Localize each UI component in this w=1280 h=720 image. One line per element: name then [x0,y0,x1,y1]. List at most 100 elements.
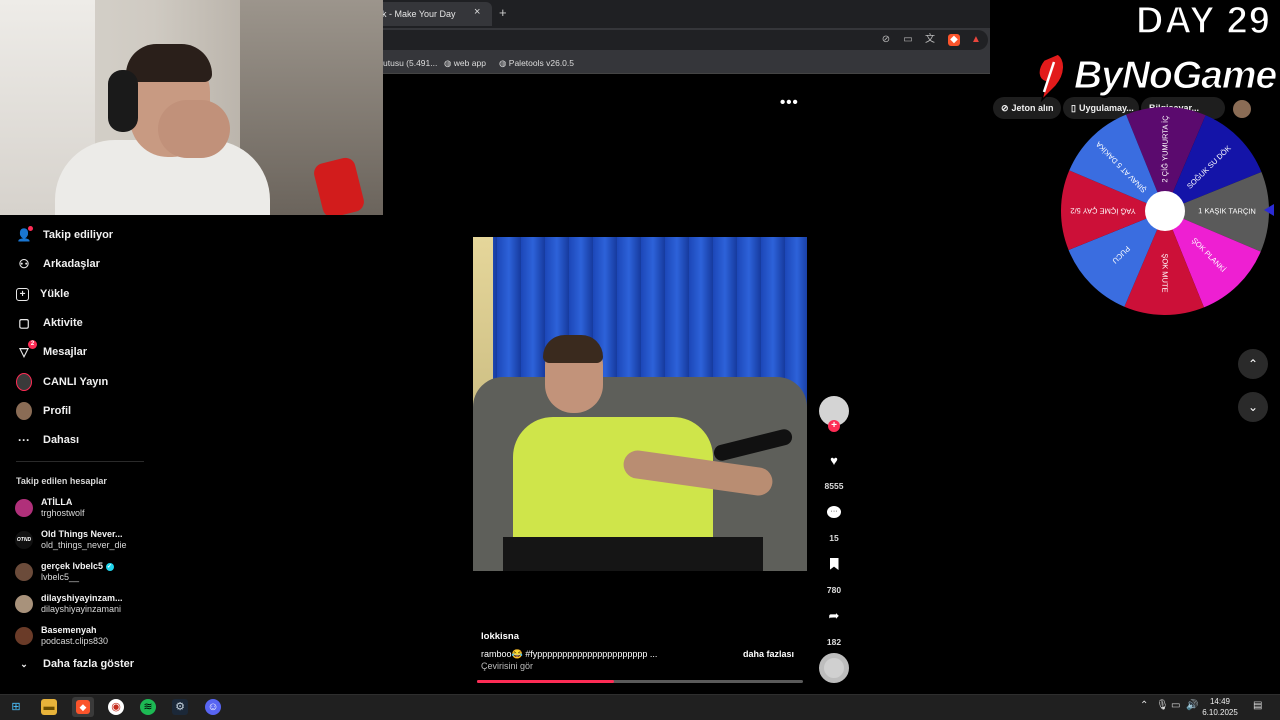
file-explorer-icon[interactable]: ▬ [41,699,57,715]
friends-icon: ⚇ [18,257,30,271]
bookmark-icon [829,558,839,570]
windows-start-icon[interactable]: ⊞ [8,699,24,715]
sidebar-item-label: Aktivite [43,317,83,329]
webcam-feed [0,0,383,215]
account-name: Old Things Never... [41,529,123,539]
like-count: 8555 [824,481,844,491]
followed-accounts-header: Takip edilen hesaplar [16,476,107,486]
next-video-button[interactable]: ⌄ [1238,392,1268,422]
video-author[interactable]: lokkisna [481,631,519,642]
avatar: OTND [15,531,33,549]
sidebar-item-more[interactable]: ··· Dahası [16,429,79,451]
translate-icon[interactable]: 文 [924,34,936,46]
account-name: Basemenyah [41,625,97,635]
video-caption: ramboo😂 #fypppppppppppppppppppppp ... [481,649,658,659]
spin-wheel: 2 ÇİĞ YUMURTA İÇ SOĞUK SU DÖK1 KAŞIK TARÇ… [1061,107,1269,315]
bookmark-item[interactable]: utusu (5.491... [383,58,437,68]
spotify-icon[interactable]: ≋ [140,699,156,715]
screen-cast-icon[interactable]: ▭ [902,34,914,46]
following-icon: 👤 [16,226,33,242]
globe-icon: ◍ [444,58,454,68]
save-button[interactable] [819,549,849,579]
upload-icon: + [16,287,29,301]
bookmark-paletools[interactable]: ◍ Paletools v26.0.5 [499,58,574,69]
wheel-hub [1145,191,1185,231]
video-player[interactable] [473,237,807,571]
brave-icon: ◆ [76,700,90,714]
followed-account[interactable]: Basemenyah podcast.clips830 [15,622,108,650]
wheel-segment-label: ŞOK MUTE [1160,253,1169,292]
no-tracking-icon[interactable]: ⊘ [880,34,892,46]
network-icon[interactable]: ▭ [1171,700,1180,711]
follow-plus-icon[interactable]: + [828,420,840,432]
account-name: gerçek lvbelc5 [41,561,104,571]
clock-time: 14:49 [1209,697,1231,706]
like-button[interactable]: ♥ [819,445,849,475]
followed-account[interactable]: OTND Old Things Never... old_things_never… [15,526,127,554]
sidebar-item-label: CANLI Yayın [43,376,109,388]
followed-account[interactable]: dilayshiyayinzam... dilayshiyayinzamani [15,590,123,618]
chevron-down-icon: ⌄ [20,658,28,669]
show-more-label: Daha fazla göster [43,658,135,670]
account-handle: old_things_never_die [41,540,127,550]
avatar [15,499,33,517]
followed-account[interactable]: gerçek lvbelc5 ✓ lvbelc5__ [15,558,114,586]
address-bar[interactable] [370,30,988,50]
brave-rewards-icon[interactable]: ▲ [970,34,982,46]
brand-logo-mark [1038,53,1065,102]
sidebar-item-activity[interactable]: ▢ Aktivite [16,312,83,334]
show-more-button[interactable]: ⌄ Daha fazla göster [16,658,134,670]
sidebar-item-following[interactable]: 👤 Takip ediliyor [16,224,113,246]
sidebar-item-label: Mesajlar [43,346,88,358]
messages-badge: 2 [28,340,37,349]
account-name: ATİLLA [41,497,73,507]
sidebar-item-profile[interactable]: Profil [16,400,71,422]
verified-badge-icon: ✓ [105,562,114,571]
notification-dot [28,226,33,231]
sidebar-item-friends[interactable]: ⚇ Arkadaşlar [16,253,100,275]
tray-expand-icon[interactable]: ⌃ [1140,700,1148,711]
taskbar-clock[interactable]: 14:49 6.10.2025 [1200,696,1240,718]
brave-taskbar-button[interactable]: ◆ [72,697,94,717]
clock-date: 6.10.2025 [1202,708,1238,717]
followed-account[interactable]: ATİLLA trghostwolf [15,494,85,522]
previous-video-button[interactable]: ⌃ [1238,349,1268,379]
see-translation-link[interactable]: Çevirisini gör [481,661,533,671]
sidebar-item-label: Profil [43,405,72,417]
live-icon [16,373,32,391]
share-button[interactable]: ➦ [819,601,849,631]
steam-icon[interactable]: ⚙ [172,699,188,715]
bookmark-web-app[interactable]: ◍ web app [444,58,486,69]
more-options-icon[interactable]: ••• [780,94,799,111]
volume-icon[interactable]: 🔊 [1186,700,1198,711]
tab-close-icon[interactable]: × [474,6,480,18]
windows-taskbar [0,694,1280,720]
brand-logo: ByNoGame [1073,54,1277,98]
avatar [15,563,33,581]
sidebar-item-label: Dahası [43,434,80,446]
caption-more-link[interactable]: daha fazlası [743,649,794,659]
sidebar-item-live[interactable]: CANLI Yayın [16,371,108,393]
share-count: 182 [826,637,842,647]
account-handle: podcast.clips830 [41,636,109,646]
video-progress-fill [477,680,614,683]
app-icon[interactable]: ◉ [108,699,124,715]
webcam-headphones [108,70,138,132]
webcam-person-hair [126,44,212,82]
account-handle: trghostwolf [41,508,85,518]
comment-button[interactable]: ··· [819,497,849,527]
video-person-shirt [513,417,713,557]
brave-shields-icon[interactable]: ◆ [948,34,960,46]
save-count: 780 [826,585,842,595]
music-disc-icon[interactable] [819,653,849,683]
new-tab-button[interactable]: + [499,5,507,20]
coin-icon: ⊘ [1001,102,1009,113]
sidebar-item-messages[interactable]: ▽ 2 Mesajlar [16,340,88,363]
notification-center-icon[interactable]: ▤ [1253,700,1262,711]
day-counter-overlay: DAY 29 [1135,0,1271,43]
sidebar-item-upload[interactable]: + Yükle [16,283,69,305]
microphone-icon[interactable]: 🎙 [1156,700,1169,711]
wheel-segment-label: YAĞ İÇME ÇAY 5/2 [1070,206,1136,216]
globe-icon: ◍ [499,58,509,68]
discord-icon[interactable]: ☺ [205,699,221,715]
